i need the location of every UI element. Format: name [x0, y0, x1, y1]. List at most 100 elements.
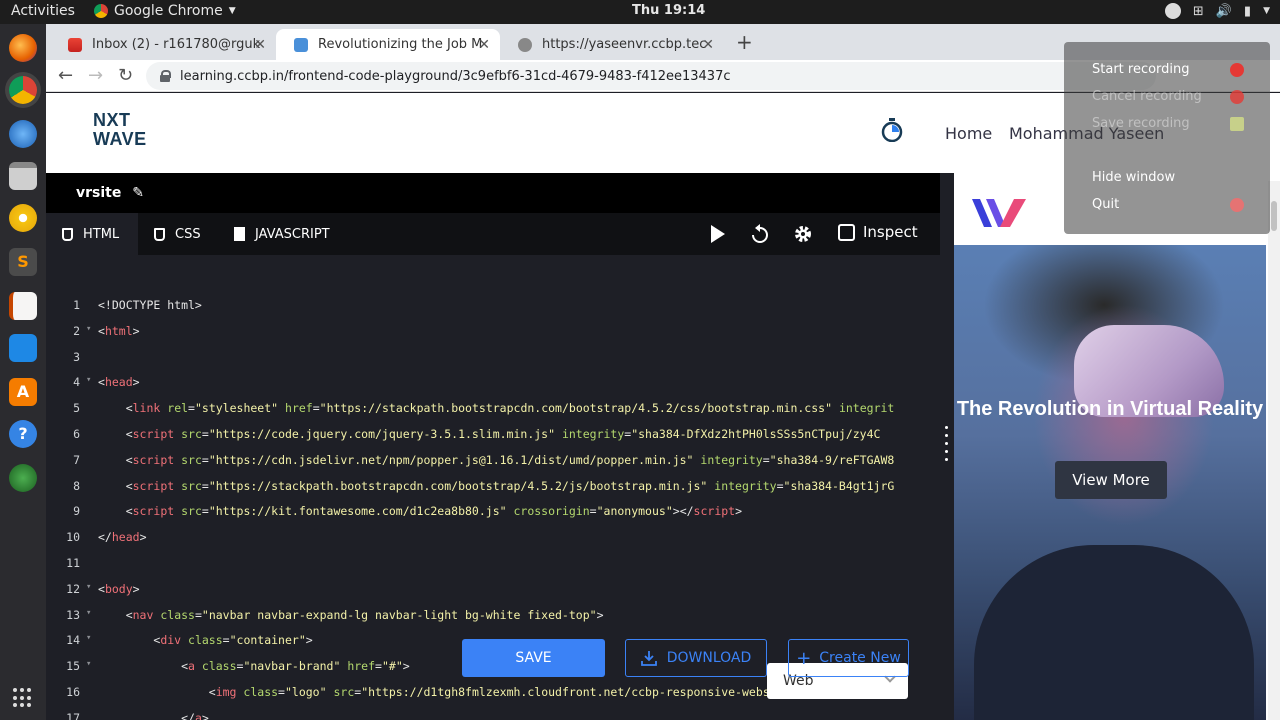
code-line[interactable]: 12 ▾ <body> [60, 582, 926, 602]
clock[interactable]: Thu 19:14 [632, 3, 705, 18]
preview-scrollbar[interactable] [1268, 181, 1280, 720]
panel-resize-handle[interactable] [940, 173, 954, 720]
quit-item[interactable]: Quit [1092, 197, 1119, 212]
new-tab-icon[interactable]: + [736, 30, 753, 54]
inspect-toggle[interactable]: Inspect [838, 223, 918, 241]
close-icon[interactable]: ✕ [478, 37, 490, 53]
sublime-icon[interactable]: S [9, 248, 37, 276]
address-bar[interactable]: learning.ccbp.in/frontend-code-playgroun… [146, 62, 1156, 90]
line-number: 11 [66, 556, 80, 570]
activities-button[interactable]: Activities [11, 3, 75, 19]
recorder-menu: Start recording Cancel recording Save re… [1064, 42, 1270, 234]
code-line[interactable]: 7 <script src="https://cdn.jsdelivr.net/… [60, 453, 926, 473]
code-line[interactable]: 9 <script src="https://kit.fontawesome.c… [60, 504, 926, 524]
tab-css[interactable]: CSS [138, 213, 217, 255]
files-icon[interactable] [9, 162, 37, 190]
ccbp-icon [294, 37, 308, 52]
code-line[interactable]: 4 ▾ <head> [60, 375, 926, 395]
save-recording-item[interactable]: Save recording [1092, 116, 1190, 131]
chevron-down-icon[interactable]: ▼ [1263, 6, 1270, 16]
fold-toggle-icon[interactable]: ▾ [86, 375, 91, 385]
code-line[interactable]: 10 </head> [60, 530, 926, 550]
help-icon[interactable]: ? [9, 420, 37, 448]
stopwatch-icon[interactable] [881, 118, 903, 142]
fold-toggle-icon[interactable]: ▾ [86, 608, 91, 618]
download-button[interactable]: DOWNLOAD [625, 639, 767, 677]
tab-javascript[interactable]: JAVASCRIPT [218, 213, 346, 255]
line-number: 5 [73, 401, 80, 416]
tab-html[interactable]: HTML [46, 213, 138, 255]
code-line[interactable]: 1 <!DOCTYPE html> [60, 298, 926, 318]
globe-icon[interactable] [9, 464, 37, 492]
tab-title: Revolutionizing the Job M [318, 37, 483, 52]
reload-icon[interactable]: ↻ [118, 65, 133, 86]
battery-icon[interactable]: ▮ [1244, 4, 1251, 19]
code-editor-panel: vrsite ✎ HTML CSS JAVASCRIPT Inspect 1 <… [46, 173, 940, 720]
network-icon[interactable]: ⊞ [1193, 4, 1204, 19]
run-icon[interactable] [711, 225, 725, 243]
rhythmbox-icon[interactable] [9, 204, 37, 232]
recorder-indicator-icon[interactable] [1164, 3, 1181, 19]
volume-icon[interactable]: 🔊 [1216, 4, 1232, 19]
code-line[interactable]: 17 </a> [60, 711, 926, 720]
code-line[interactable]: 13 ▾ <nav class="navbar navbar-expand-lg … [60, 608, 926, 628]
fold-toggle-icon[interactable]: ▾ [86, 633, 91, 643]
chevron-down-icon: ▼ [228, 6, 236, 16]
nav-home-link[interactable]: Home [945, 124, 992, 143]
line-source: <script src="https://cdn.jsdelivr.net/np… [98, 452, 895, 467]
code-line[interactable]: 6 <script src="https://code.jquery.com/j… [60, 427, 926, 447]
fold-toggle-icon[interactable]: ▾ [86, 324, 91, 334]
inspect-checkbox[interactable] [838, 223, 855, 241]
logo-line-1: NXT [93, 110, 131, 130]
gmail-icon [68, 37, 82, 52]
back-icon[interactable]: ← [58, 65, 73, 86]
editor-title-bar: vrsite ✎ [46, 173, 940, 213]
system-tray[interactable]: ⊞ 🔊 ▮ ▼ [1164, 3, 1270, 19]
reset-icon[interactable] [751, 224, 769, 244]
preview-panel[interactable]: The Revolution in Virtual Reality View M… [954, 181, 1266, 720]
code-line[interactable]: 11 [60, 556, 926, 576]
code-line[interactable]: 2 ▾ <html> [60, 324, 926, 344]
hide-window-item[interactable]: Hide window [1092, 170, 1175, 185]
code-line[interactable]: 3 [60, 350, 926, 370]
chrome-icon[interactable] [9, 76, 37, 104]
tab-revolutionizing[interactable]: Revolutionizing the Job M ✕ [276, 29, 500, 60]
scrollbar-thumb[interactable] [1271, 201, 1277, 231]
fold-toggle-icon[interactable]: ▾ [86, 582, 91, 592]
nxtwave-logo[interactable]: NXT WAVE [93, 111, 147, 149]
html5-icon [62, 227, 73, 241]
line-source: <nav class="navbar navbar-expand-lg navb… [98, 607, 604, 622]
code-line[interactable]: 8 <script src="https://stackpath.bootstr… [60, 479, 926, 499]
tab-yaseenvr[interactable]: https://yaseenvr.ccbp.tec ✕ [500, 29, 724, 60]
pencil-icon[interactable]: ✎ [132, 185, 144, 201]
writer-icon[interactable] [9, 334, 37, 362]
close-icon[interactable]: ✕ [254, 37, 266, 53]
cancel-recording-item[interactable]: Cancel recording [1092, 89, 1202, 104]
url-text[interactable]: learning.ccbp.in/frontend-code-playgroun… [180, 69, 731, 84]
app-name: Google Chrome [114, 3, 223, 19]
project-name[interactable]: vrsite ✎ [76, 185, 144, 201]
line-number: 10 [66, 530, 80, 545]
vr-logo-icon[interactable] [970, 195, 1028, 231]
view-more-button[interactable]: View More [1055, 461, 1167, 499]
thunderbird-icon[interactable] [9, 120, 37, 148]
logo-line-2: WAVE [93, 129, 147, 149]
text-editor-icon[interactable] [9, 292, 37, 320]
tab-gmail[interactable]: Inbox (2) - r161780@rguk ✕ [50, 29, 276, 60]
create-new-button[interactable]: + Create New [788, 639, 909, 677]
close-icon[interactable]: ✕ [702, 37, 714, 53]
fold-toggle-icon[interactable]: ▾ [86, 659, 91, 669]
app-menu[interactable]: Google Chrome ▼ [94, 3, 236, 19]
code-line[interactable]: 5 <link rel="stylesheet" href="https://s… [60, 401, 926, 421]
lock-icon[interactable] [160, 70, 171, 82]
forward-icon[interactable]: → [88, 65, 103, 86]
tab-label: HTML [83, 226, 120, 242]
start-recording-item[interactable]: Start recording [1092, 62, 1190, 77]
firefox-icon[interactable] [9, 34, 37, 62]
line-source: </head> [98, 530, 147, 545]
show-applications-icon[interactable] [13, 688, 33, 708]
save-button[interactable]: SAVE [462, 639, 605, 677]
gear-icon[interactable] [793, 224, 813, 244]
software-center-icon[interactable]: A [9, 378, 37, 406]
tab-label: CSS [175, 226, 201, 242]
